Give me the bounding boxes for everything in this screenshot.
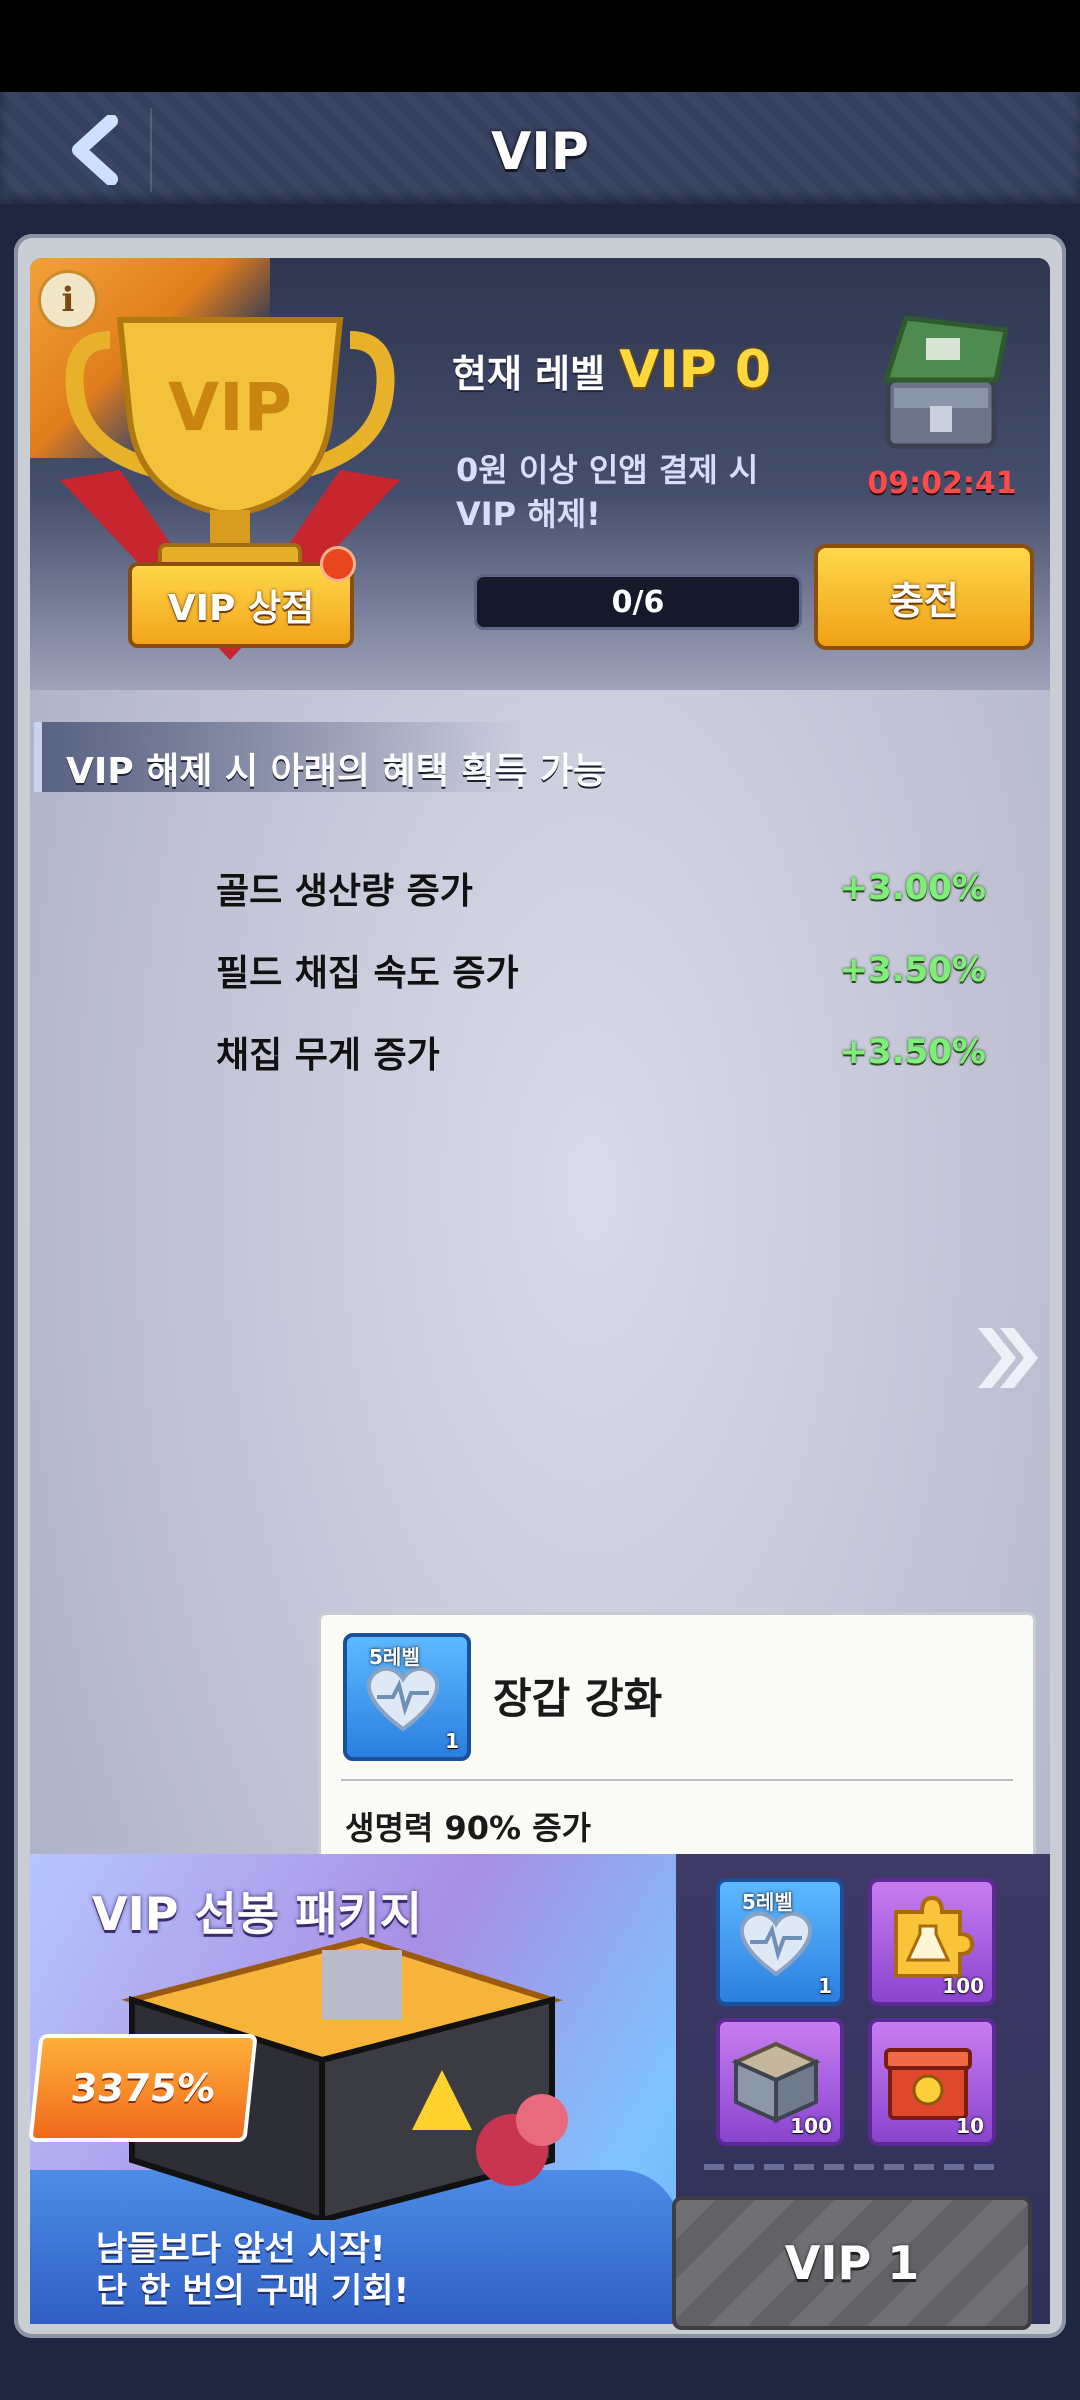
reward-item[interactable]: 5레벨 1 (716, 1878, 844, 2006)
page-title: VIP (491, 122, 589, 182)
current-level: 현재 레벨 VIP 0 (452, 340, 771, 404)
benefit-value: +3.50% (839, 1032, 986, 1072)
vip-progress-bar: 0/6 (474, 574, 802, 630)
notification-dot (320, 546, 356, 582)
back-button[interactable] (40, 108, 152, 192)
item-tooltip: 5레벨 1 장갑 강화 생명력 90% 증가 (318, 1612, 1036, 1866)
charge-label: 충전 (889, 578, 959, 623)
benefits-title: VIP 해제 시 아래의 혜택 획득 가능 (66, 751, 607, 792)
reward-count: 100 (790, 2114, 832, 2138)
vip-level-button-label: VIP 1 (784, 2236, 920, 2290)
unlock-description: 0원 이상 인앱 결제 시 VIP 해제! (456, 448, 816, 536)
tooltip-divider (341, 1779, 1013, 1781)
benefit-row: 채집 무게 증가 +3.50% (216, 1022, 986, 1082)
benefit-name: 채집 무게 증가 (216, 1035, 440, 1076)
benefit-name: 필드 채집 속도 증가 (216, 953, 519, 994)
tooltip-level-badge: 5레벨 (369, 1645, 420, 1669)
reward-count: 1 (818, 1974, 832, 1998)
vip-progress-text: 0/6 (611, 584, 665, 620)
chest-timer: 09:02:41 (867, 466, 1017, 501)
benefit-name: 골드 생산량 증가 (216, 871, 473, 912)
reward-level-badge: 5레벨 (742, 1890, 793, 1914)
package-desc-line1: 남들보다 앞선 시작! (96, 2229, 386, 2269)
reward-item[interactable]: 100 (868, 1878, 996, 2006)
vip-level-button[interactable]: VIP 1 (672, 2196, 1032, 2330)
status-bar (0, 0, 1080, 92)
benefit-row: 골드 생산량 증가 +3.00% (216, 858, 986, 918)
reward-count: 10 (956, 2114, 984, 2138)
vip-shop-button[interactable]: VIP 상점 (128, 562, 354, 648)
package-description: 남들보다 앞선 시작! 단 한 번의 구매 기회! (96, 2228, 409, 2312)
benefit-value: +3.00% (839, 868, 986, 908)
tooltip-item-icon: 5레벨 1 (343, 1633, 471, 1761)
benefit-value: +3.50% (839, 950, 986, 990)
package-percent-badge: 3375% (28, 2034, 258, 2142)
unlock-desc-line2: VIP 해제! (456, 495, 601, 533)
double-chevron-right-icon[interactable] (972, 1320, 1044, 1396)
tooltip-item-name: 장갑 강화 (493, 1674, 663, 1723)
tooltip-item-count: 1 (445, 1729, 459, 1753)
charge-button[interactable]: 충전 (814, 544, 1034, 650)
svg-text:VIP: VIP (168, 369, 292, 446)
reward-item[interactable]: 10 (868, 2018, 996, 2146)
current-level-label: 현재 레벨 (452, 352, 606, 396)
timed-chest-icon[interactable] (866, 310, 1016, 460)
chevron-left-icon (72, 115, 118, 185)
vip-shop-label: VIP 상점 (167, 588, 315, 629)
rewards-divider (704, 2164, 994, 2170)
unlock-desc-line1: 0원 이상 인앱 결제 시 (456, 451, 759, 489)
current-level-value: VIP 0 (619, 340, 772, 400)
bottom-strip (0, 2338, 1080, 2400)
reward-count: 100 (942, 1974, 984, 1998)
benefit-row: 필드 채집 속도 증가 +3.50% (216, 940, 986, 1000)
package-percent: 3375% (68, 2066, 218, 2110)
tooltip-item-desc: 생명력 90% 증가 (345, 1809, 592, 1847)
reward-item[interactable]: 100 (716, 2018, 844, 2146)
package-desc-line2: 단 한 번의 구매 기회! (96, 2271, 410, 2311)
